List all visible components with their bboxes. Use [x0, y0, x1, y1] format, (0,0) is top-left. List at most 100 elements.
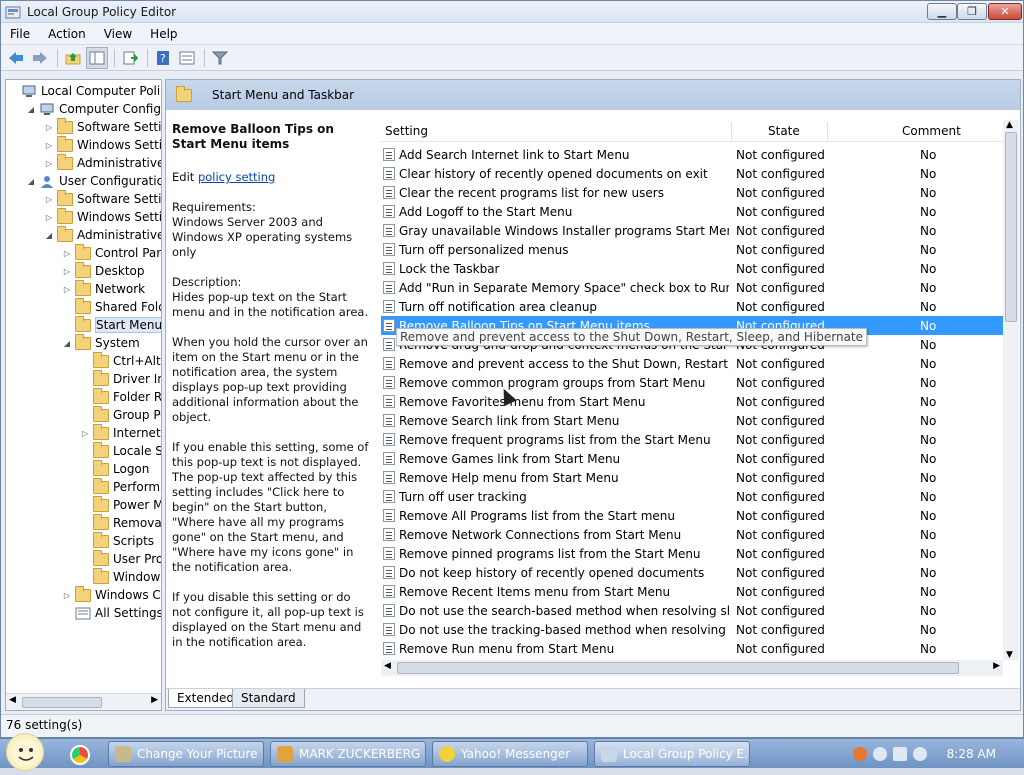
setting-row[interactable]: Add "Run in Separate Memory Space" check… — [381, 278, 1003, 297]
taskbar-item-group-policy[interactable]: Local Group Policy E... — [594, 741, 750, 767]
setting-row[interactable]: Remove and prevent access to the Shut Do… — [381, 354, 1003, 373]
taskbar-item-change-picture[interactable]: Change Your Picture — [108, 741, 264, 767]
setting-row[interactable]: Remove pinned programs list from the Sta… — [381, 544, 1003, 563]
show-hide-tree-button[interactable] — [86, 46, 108, 69]
tree-expand-icon[interactable]: ▷ — [44, 213, 54, 222]
tree-node[interactable]: Driver Inst — [80, 369, 161, 388]
help-button[interactable]: ? — [152, 47, 174, 69]
volume-icon[interactable] — [912, 747, 927, 761]
setting-row[interactable]: Add Logoff to the Start Menu Not configur… — [381, 202, 1003, 221]
tree-node[interactable]: ▷ Windows Settings — [44, 135, 161, 154]
tree-node[interactable]: Power Ma — [80, 495, 161, 514]
tree-expand-icon[interactable]: ▷ — [44, 195, 54, 204]
tree-collapse-icon[interactable]: ◢ — [62, 339, 72, 348]
setting-row[interactable]: Remove Run menu from Start Menu Not confi… — [381, 639, 1003, 658]
tree-node[interactable]: Folder Rec — [80, 387, 161, 406]
setting-row[interactable]: Turn off notification area cleanup Not co… — [381, 297, 1003, 316]
clock[interactable]: 8:28 AM — [947, 747, 996, 761]
column-header-state[interactable]: State — [768, 124, 800, 138]
setting-row[interactable]: Remove Recent Items menu from Start Menu… — [381, 582, 1003, 601]
export-list-button[interactable] — [119, 47, 141, 69]
setting-row[interactable]: Remove Search link from Start Menu Not co… — [381, 411, 1003, 430]
setting-row[interactable]: Do not keep history of recently opened d… — [381, 563, 1003, 582]
taskbar-item-mark-zuckerberg[interactable]: MARK ZUCKERBERG — [270, 741, 426, 767]
tree-node[interactable]: ▷ Software Settings — [44, 117, 161, 136]
tree-node[interactable]: ◢ System — [62, 333, 140, 352]
list-horizontal-scrollbar[interactable]: ◀ ▶ — [381, 660, 1003, 676]
tree-collapse-icon[interactable]: ◢ — [26, 177, 36, 186]
setting-row[interactable]: Clear history of recently opened documen… — [381, 164, 1003, 183]
tree-node[interactable]: Windows — [80, 567, 161, 586]
maximize-button[interactable]: ❐ — [957, 3, 987, 20]
scroll-up-icon[interactable]: ▲ — [1006, 120, 1013, 130]
search-tray-icon[interactable] — [852, 747, 867, 761]
menu-file[interactable]: File — [1, 27, 39, 41]
tree-node[interactable]: Removabl — [80, 513, 161, 532]
menu-view[interactable]: View — [95, 27, 141, 41]
edit-policy-link[interactable]: policy setting — [198, 170, 275, 184]
tree-expand-icon[interactable]: ▷ — [44, 123, 54, 132]
tree-expand-icon[interactable]: ▷ — [44, 141, 54, 150]
setting-row[interactable]: Do not use the search-based method when … — [381, 601, 1003, 620]
setting-row[interactable]: Add Search Internet link to Start Menu No… — [381, 145, 1003, 164]
setting-row[interactable]: Clear the recent programs list for new u… — [381, 183, 1003, 202]
scroll-left-icon[interactable]: ◀ — [9, 695, 16, 705]
back-button[interactable] — [5, 47, 27, 69]
minimize-button[interactable]: ▁ — [927, 3, 957, 20]
tree-node[interactable]: ▷ Windows Settings — [44, 207, 161, 226]
tab-standard[interactable]: Standard — [232, 689, 305, 708]
scroll-thumb[interactable] — [22, 697, 102, 708]
tree-node[interactable]: Shared Folder — [62, 297, 161, 316]
tree-expand-icon[interactable]: ▷ — [44, 159, 54, 168]
forward-button[interactable] — [29, 47, 51, 69]
setting-row[interactable]: Turn off personalized menus Not configure… — [381, 240, 1003, 259]
column-header-comment[interactable]: Comment — [902, 124, 961, 138]
scroll-down-icon[interactable]: ▼ — [1006, 650, 1013, 660]
scroll-thumb[interactable] — [1005, 132, 1017, 322]
chrome-taskbar-icon[interactable] — [70, 745, 90, 765]
setting-row[interactable]: Remove frequent programs list from the S… — [381, 430, 1003, 449]
tree-expand-icon[interactable]: ▷ — [62, 267, 72, 276]
tree-expand-icon[interactable]: ▷ — [62, 285, 72, 294]
filter-button[interactable] — [209, 47, 231, 69]
list-vertical-scrollbar[interactable]: ▲ ▼ — [1003, 120, 1019, 660]
tree-node[interactable]: ▷ Internet C — [80, 423, 161, 442]
menu-help[interactable]: Help — [141, 27, 186, 41]
up-folder-button[interactable] — [62, 47, 84, 69]
tree-node[interactable]: ◢ Administrative Te — [44, 225, 161, 244]
setting-row[interactable]: Remove All Programs list from the Start … — [381, 506, 1003, 525]
taskbar-item-yahoo-messenger[interactable]: Yahoo! Messenger — [432, 741, 588, 767]
menu-action[interactable]: Action — [39, 27, 95, 41]
setting-row[interactable]: Lock the Taskbar Not configured No — [381, 259, 1003, 278]
column-divider[interactable] — [827, 122, 828, 140]
column-header-setting[interactable]: Setting — [385, 124, 428, 138]
setting-row[interactable]: Remove Help menu from Start Menu Not conf… — [381, 468, 1003, 487]
setting-row[interactable]: Remove Network Connections from Start Me… — [381, 525, 1003, 544]
messenger-tray-icon[interactable] — [872, 747, 887, 761]
tree-node[interactable]: ◢ Computer Configura — [26, 100, 161, 118]
setting-row[interactable]: Gray unavailable Windows Installer progr… — [381, 221, 1003, 240]
tree-collapse-icon[interactable]: ◢ — [26, 105, 36, 114]
tree-node[interactable]: Ctrl+Alt+ — [80, 351, 161, 370]
network-icon[interactable] — [892, 747, 907, 761]
scroll-right-icon[interactable]: ▶ — [151, 695, 158, 705]
tree-node[interactable]: ▷ Network — [62, 279, 145, 298]
tree-node[interactable]: Local Computer Policy — [8, 82, 161, 100]
setting-row[interactable]: Do not use the tracking-based method whe… — [381, 620, 1003, 639]
tree-node[interactable]: User Profi — [80, 549, 161, 568]
tree-node[interactable]: Logon — [80, 459, 149, 478]
column-divider[interactable] — [731, 122, 732, 140]
setting-row[interactable]: Remove Favorites menu from Start Menu Not… — [381, 392, 1003, 411]
scroll-left-icon[interactable]: ◀ — [384, 661, 391, 671]
tree-node[interactable]: Locale Ser — [80, 441, 161, 460]
start-button[interactable] — [6, 733, 44, 771]
tree-node[interactable]: ▷ Software Settings — [44, 189, 161, 208]
tree-node[interactable]: ◢ User Configuration — [26, 172, 161, 190]
tree-node[interactable]: Scripts — [80, 531, 154, 550]
tree-node[interactable]: ▷ Desktop — [62, 261, 145, 280]
scroll-right-icon[interactable]: ▶ — [993, 661, 1000, 671]
tree-node[interactable]: Performar — [80, 477, 161, 496]
scroll-thumb[interactable] — [397, 662, 959, 674]
tree-node[interactable]: Start Menu ar — [62, 315, 161, 334]
navigation-tree[interactable]: Local Computer Policy ◢ Computer Configura… — [5, 79, 162, 711]
